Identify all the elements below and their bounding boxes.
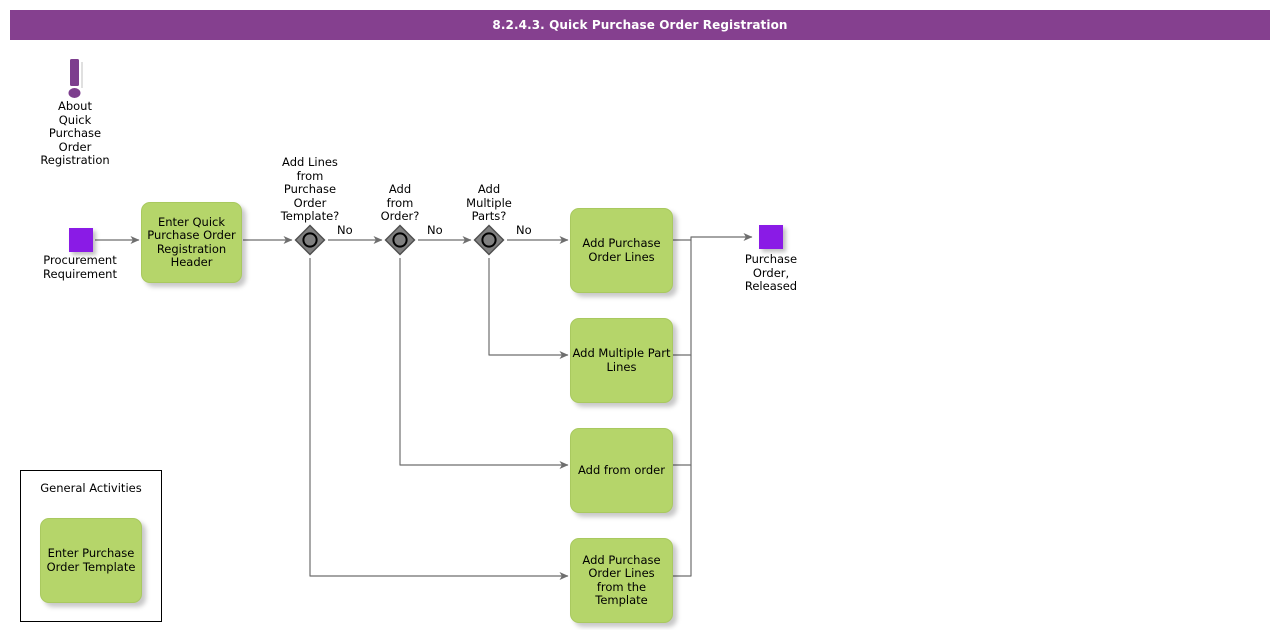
rail-add-from-order-return <box>673 355 691 465</box>
task-label: Add from order <box>572 464 671 478</box>
task-enter-purchase-order-template[interactable]: Enter Purchase Order Template <box>40 518 142 603</box>
diagram-canvas: 8.2.4.3. Quick Purchase Order Registrati… <box>0 0 1280 630</box>
end-event-square[interactable] <box>759 225 783 249</box>
flow-label-gw1-no: No <box>337 224 353 237</box>
rail-template-lines-return <box>673 465 691 576</box>
task-label: Add Purchase Order Lines <box>572 237 671 264</box>
gateway-3-label: Add Multiple Parts? <box>444 183 534 224</box>
gateway-add-from-order[interactable] <box>383 223 417 257</box>
group-general-activities: General Activities Enter Purchase Order … <box>20 470 162 622</box>
flow-gw1-to-template-lines <box>310 258 568 576</box>
gateway-add-multiple-parts[interactable] <box>472 223 506 257</box>
gateway-2-label: Add from Order? <box>355 183 445 224</box>
flow-gw2-to-add-from-order <box>400 258 568 465</box>
gateway-add-lines-from-purchase-order-template[interactable] <box>293 223 327 257</box>
group-general-activities-title: General Activities <box>21 481 161 495</box>
task-add-from-order[interactable]: Add from order <box>570 428 673 513</box>
task-add-multiple-part-lines[interactable]: Add Multiple Part Lines <box>570 318 673 403</box>
task-label: Add Multiple Part Lines <box>572 347 671 374</box>
task-label: Enter Purchase Order Template <box>42 547 140 574</box>
rail-multiple-parts-return <box>673 240 691 355</box>
connector-layer <box>0 0 1280 630</box>
flow-label-gw3-no: No <box>516 224 532 237</box>
annotation-about-label: About Quick Purchase Order Registration <box>15 100 135 168</box>
start-event-label: Procurement Requirement <box>20 254 140 281</box>
gateway-1-label: Add Lines from Purchase Order Template? <box>255 156 365 224</box>
start-event-square[interactable] <box>69 228 93 252</box>
flow-merge-to-end <box>673 237 752 240</box>
task-label: Add Purchase Order Lines from the Templa… <box>572 554 671 608</box>
task-add-purchase-order-lines-from-the-template[interactable]: Add Purchase Order Lines from the Templa… <box>570 538 673 623</box>
flow-label-gw2-no: No <box>427 224 443 237</box>
task-add-purchase-order-lines[interactable]: Add Purchase Order Lines <box>570 208 673 293</box>
task-enter-quick-purchase-order-registration-header[interactable]: Enter Quick Purchase Order Registration … <box>141 202 242 283</box>
page-title: 8.2.4.3. Quick Purchase Order Registrati… <box>10 10 1270 40</box>
exclamation-mark-icon <box>55 57 95 101</box>
task-label: Enter Quick Purchase Order Registration … <box>143 216 240 270</box>
end-event-label: Purchase Order, Released <box>711 253 831 294</box>
flow-gw3-to-multiple-parts <box>489 258 568 355</box>
